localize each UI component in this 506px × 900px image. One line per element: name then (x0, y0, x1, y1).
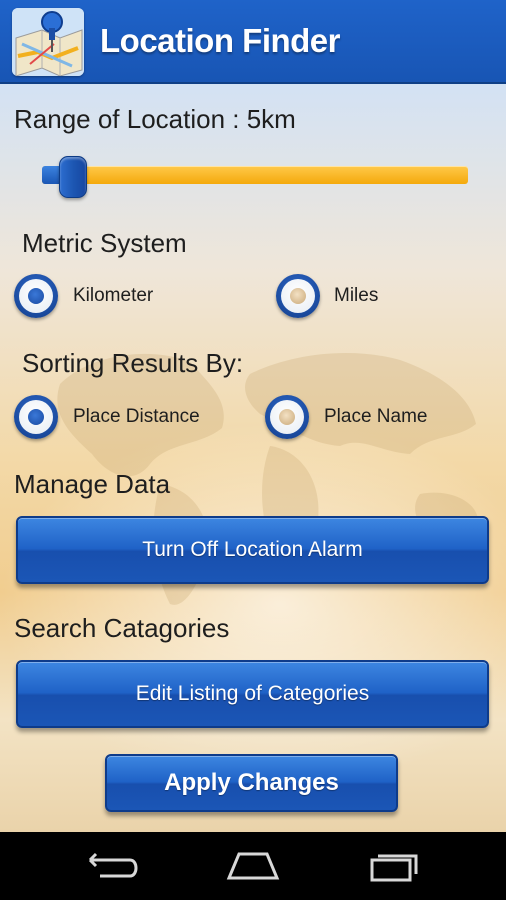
manage-data-label: Manage Data (14, 469, 171, 499)
range-slider[interactable] (42, 156, 468, 198)
sorting-label: Sorting Results By: (22, 348, 244, 378)
miles-radio[interactable] (276, 274, 320, 318)
app-title: Location Finder (100, 22, 341, 59)
miles-option-label: Miles (334, 285, 379, 306)
apply-changes-button[interactable]: Apply Changes (105, 754, 398, 812)
kilometer-option-label: Kilometer (73, 285, 154, 306)
kilometer-radio[interactable] (14, 274, 58, 318)
place-name-option-label: Place Name (324, 406, 428, 427)
range-label: Range of Location : 5km (14, 104, 296, 134)
place-name-radio[interactable] (265, 395, 309, 439)
edit-listing-of-categories-button[interactable]: Edit Listing of Categories (16, 660, 489, 728)
settings-panel: Range of Location : 5km Metric System Ki… (0, 84, 506, 832)
home-icon[interactable] (225, 848, 281, 884)
place-distance-radio[interactable] (14, 395, 58, 439)
system-nav-bar (0, 832, 506, 900)
metric-label: Metric System (22, 228, 187, 258)
app-bar: Location Finder (0, 0, 506, 84)
range-slider-thumb[interactable] (58, 156, 87, 198)
back-icon[interactable] (86, 848, 142, 884)
place-distance-option-label: Place Distance (73, 406, 200, 427)
map-pin-icon (12, 8, 84, 76)
turn-off-location-alarm-button[interactable]: Turn Off Location Alarm (16, 516, 489, 584)
search-categories-label: Search Catagories (14, 613, 230, 643)
recents-icon[interactable] (366, 848, 422, 884)
